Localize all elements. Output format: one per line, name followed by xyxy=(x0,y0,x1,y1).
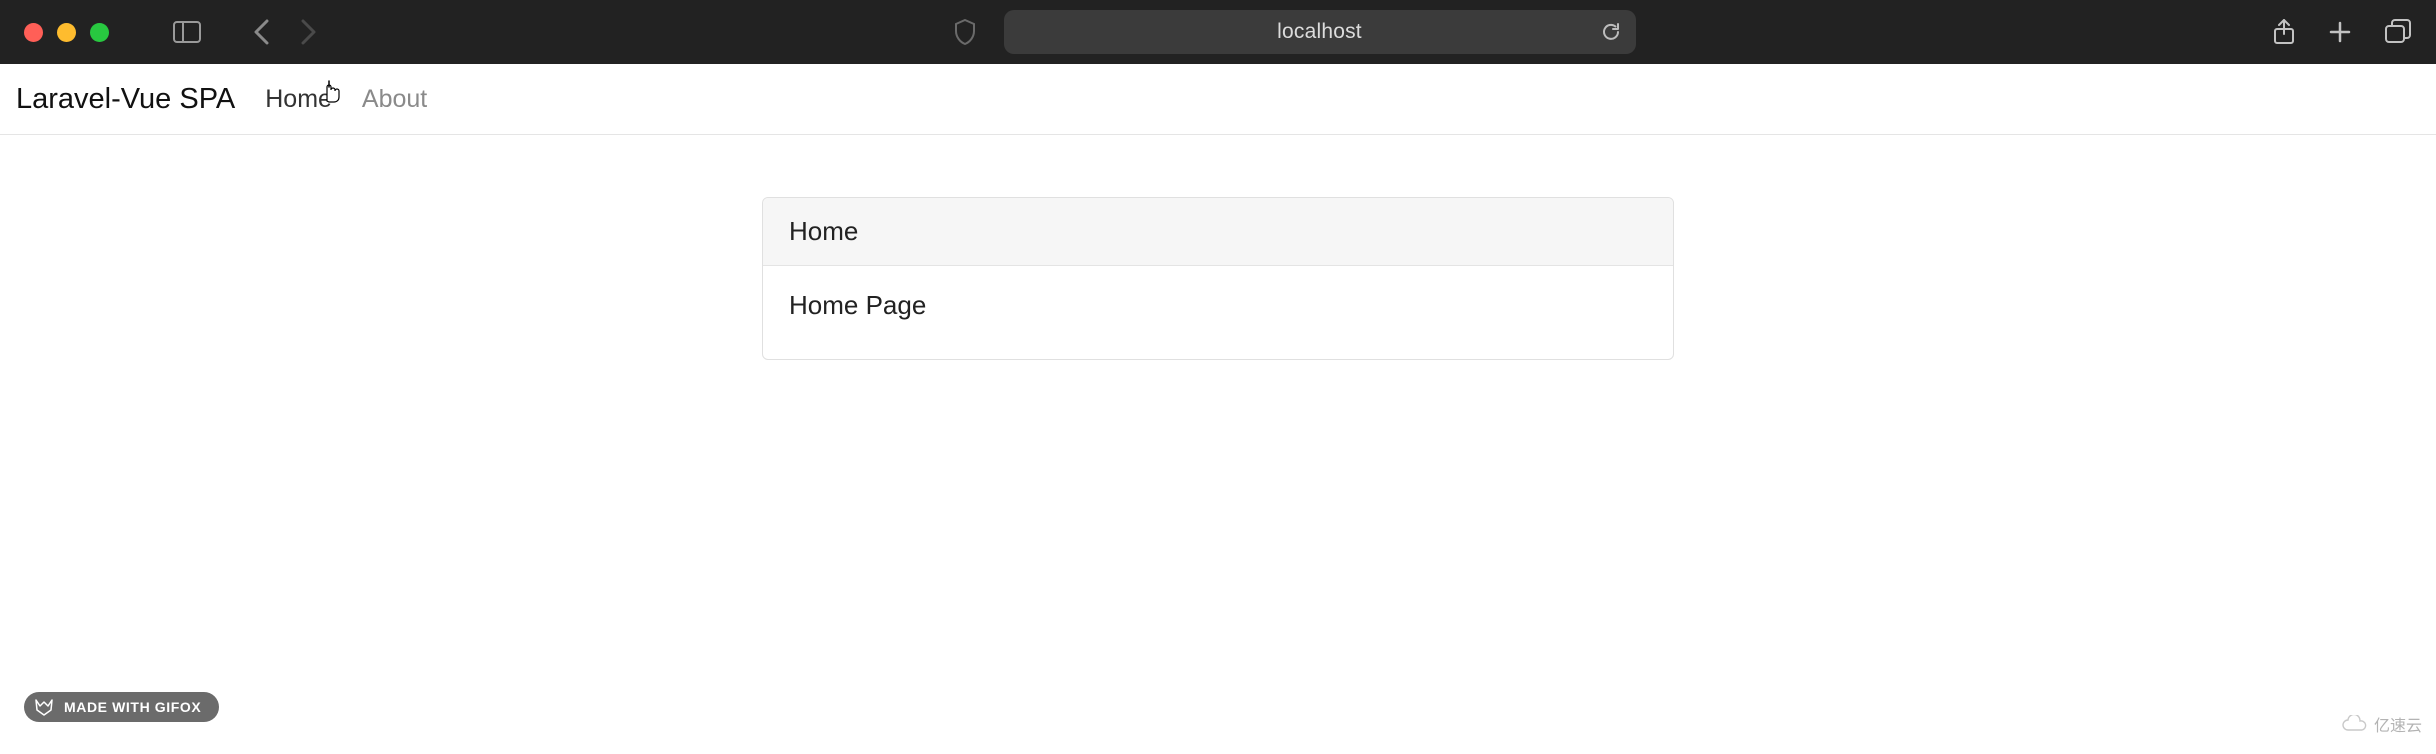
nav-arrows xyxy=(253,19,317,45)
nav-link-about[interactable]: About xyxy=(362,85,427,114)
watermark-text: 亿速云 xyxy=(2374,712,2422,736)
brand-title[interactable]: Laravel-Vue SPA xyxy=(16,83,235,116)
close-window-button[interactable] xyxy=(24,23,43,42)
back-button[interactable] xyxy=(253,19,271,45)
sidebar-toggle-icon[interactable] xyxy=(173,21,201,43)
gifox-badge[interactable]: MADE WITH GIFOX xyxy=(24,692,219,722)
fox-icon xyxy=(34,698,54,716)
content-area: Home Home Page xyxy=(0,135,2436,360)
cloud-icon xyxy=(2340,715,2368,733)
tab-overview-icon[interactable] xyxy=(2384,19,2412,45)
gifox-text: MADE WITH GIFOX xyxy=(64,699,201,715)
watermark: 亿速云 xyxy=(2340,712,2422,736)
app-navbar: Laravel-Vue SPA Home About xyxy=(0,64,2436,135)
toolbar-right-icons xyxy=(2272,18,2412,46)
privacy-shield-icon[interactable] xyxy=(954,19,976,45)
content-card: Home Home Page xyxy=(762,197,1674,360)
forward-button[interactable] xyxy=(299,19,317,45)
reload-icon[interactable] xyxy=(1600,21,1622,43)
browser-toolbar: localhost xyxy=(0,0,2436,64)
new-tab-icon[interactable] xyxy=(2328,20,2352,44)
share-icon[interactable] xyxy=(2272,18,2296,46)
nav-link-home[interactable]: Home xyxy=(265,85,332,114)
card-body: Home Page xyxy=(763,266,1673,359)
card-header: Home xyxy=(763,198,1673,266)
address-bar-group: localhost xyxy=(333,10,2256,54)
window-controls xyxy=(24,23,109,42)
address-bar[interactable]: localhost xyxy=(1004,10,1636,54)
minimize-window-button[interactable] xyxy=(57,23,76,42)
fullscreen-window-button[interactable] xyxy=(90,23,109,42)
address-text: localhost xyxy=(1277,20,1362,44)
